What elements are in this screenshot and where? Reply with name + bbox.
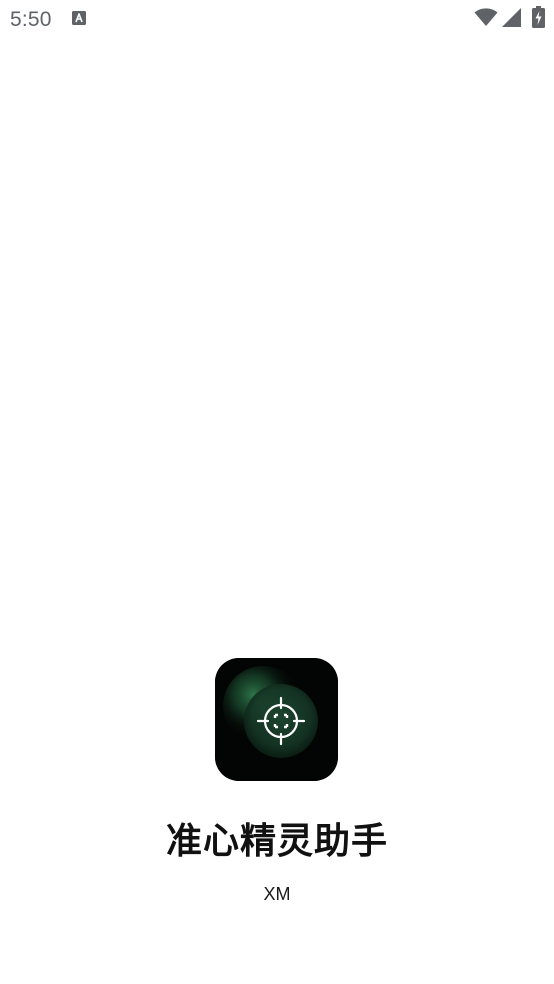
wifi-icon [474, 8, 498, 26]
app-name: 准心精灵助手 [165, 821, 388, 862]
battery-charging-icon [532, 6, 545, 28]
splash-screen: 5:50 准心精灵助手 XM [0, 0, 554, 984]
a-letter-notification-icon [72, 11, 86, 25]
app-icon [215, 658, 338, 781]
status-bar: 5:50 [0, 0, 554, 38]
developer-label: XM [263, 884, 291, 904]
cell-signal-icon [502, 8, 521, 27]
status-time: 5:50 [10, 8, 52, 31]
crosshair-icon [215, 658, 338, 781]
